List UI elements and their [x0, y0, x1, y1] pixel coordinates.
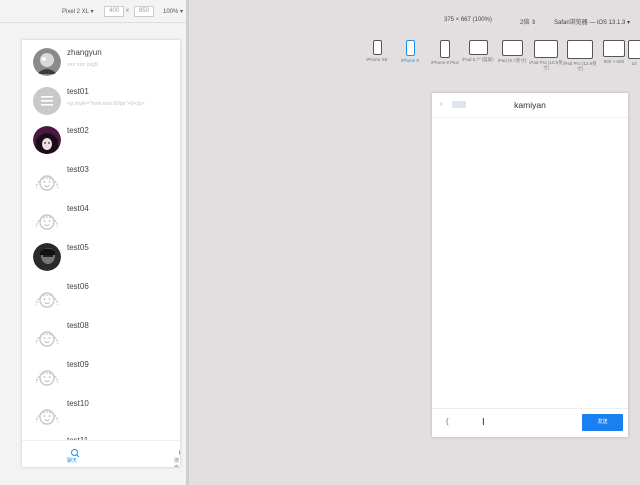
- device-label: iPad Pro (12.9英寸): [563, 61, 597, 71]
- list-item[interactable]: test02: [22, 120, 180, 159]
- list-item[interactable]: zhangyun xxx xxx xxg5: [22, 42, 180, 81]
- chat-title: kamiyan: [514, 100, 546, 110]
- list-item[interactable]: test05: [22, 237, 180, 276]
- tablet-icon: [567, 40, 593, 59]
- contact-name: test09: [67, 360, 89, 369]
- device-iphone-8[interactable]: iPhone 8: [392, 40, 428, 63]
- tablet-icon: [501, 40, 523, 56]
- default-avatar-icon: [33, 321, 61, 349]
- contact-name: zhangyun: [67, 48, 102, 57]
- contact-name: test05: [67, 243, 89, 252]
- device-label: iPhone 8: [401, 58, 419, 63]
- list-item[interactable]: test06: [22, 276, 180, 315]
- default-avatar-icon: [33, 165, 61, 193]
- zoom-selector[interactable]: 100% ▾: [163, 8, 183, 15]
- mobile-viewport: zhangyun xxx xxx xxg5 test01 <p style="f…: [22, 40, 180, 467]
- avatar: [33, 126, 61, 154]
- avatar: [33, 48, 61, 76]
- scale-selector[interactable]: 2倍 ⇕: [520, 17, 536, 26]
- device-ipad-pro-105[interactable]: iPad Pro (10.5英寸): [528, 40, 564, 70]
- contact-name: test03: [67, 165, 89, 174]
- tablet-icon: [468, 40, 488, 55]
- phone-icon: [372, 40, 382, 55]
- device-label: iPhone SE: [366, 57, 388, 62]
- device-label: iPad 9.7" (竖屏): [462, 57, 494, 62]
- width-input[interactable]: 400: [104, 6, 124, 17]
- dimension-separator: x: [126, 8, 129, 14]
- device-icon: [628, 40, 640, 59]
- simulated-iphone-screen: ‹ kamiyan ( I 发送: [432, 93, 628, 437]
- tablet-icon: [534, 40, 558, 58]
- default-avatar-icon: [33, 204, 61, 232]
- contact-name: test01: [67, 87, 89, 96]
- menu-avatar-icon: [33, 87, 61, 115]
- height-input[interactable]: 850: [134, 6, 154, 17]
- device-label: iPad (9.7英寸): [497, 58, 527, 63]
- contact-name: test10: [67, 399, 89, 408]
- pane-divider[interactable]: [186, 0, 189, 485]
- device-label: iPad Pro (10.5英寸): [529, 60, 563, 70]
- list-item[interactable]: test10: [22, 393, 180, 432]
- browser-selector[interactable]: Safari浏览器 — iOS 13.1.3 ▾: [554, 17, 630, 26]
- device-iphone-se[interactable]: iPhone SE: [359, 40, 395, 62]
- device-selector[interactable]: Pixel 2 XL ▾: [62, 8, 93, 15]
- chat-nav-bar: ‹ kamiyan: [432, 93, 628, 118]
- list-item[interactable]: test04: [22, 198, 180, 237]
- phone-icon: [440, 40, 450, 58]
- device-custom-size[interactable]: 800 × 600: [596, 40, 632, 64]
- device-iphone-8-plus[interactable]: iPhone 8 Plus: [427, 40, 463, 65]
- message-input-bar: ( I 发送: [432, 408, 628, 437]
- left-browser-pane: Pixel 2 XL ▾ 400 x 850 100% ▾ zhangyun x…: [0, 0, 189, 485]
- device-more[interactable]: 10: [628, 40, 640, 66]
- avatar: [33, 243, 61, 271]
- device-toolbar: Pixel 2 XL ▾ 400 x 850 100% ▾: [0, 0, 188, 23]
- resolution-label: 375 × 667 (100%): [444, 17, 492, 23]
- bottom-tab-bar: 聊天 搜索: [22, 440, 180, 467]
- default-avatar-icon: [33, 360, 61, 388]
- default-avatar-icon: [33, 282, 61, 310]
- device-label: 10: [631, 61, 637, 66]
- default-avatar-icon: [33, 399, 61, 427]
- device-ipad-pro-129[interactable]: iPad Pro (12.9英寸): [562, 40, 598, 71]
- device-label: iPhone 8 Plus: [431, 60, 459, 65]
- contact-name: test06: [67, 282, 89, 291]
- contact-name: test04: [67, 204, 89, 213]
- device-ipad[interactable]: iPad 9.7" (竖屏): [460, 40, 496, 62]
- list-item[interactable]: test08: [22, 315, 180, 354]
- contact-name: test08: [67, 321, 89, 330]
- device-label: 800 × 600: [603, 59, 625, 64]
- contact-name: test02: [67, 126, 89, 135]
- chat-tab-label[interactable]: 聊天: [67, 457, 77, 464]
- phone-icon: [405, 40, 415, 56]
- message-preview: xxx xxx xxg5: [67, 62, 99, 68]
- message-input[interactable]: I: [482, 417, 485, 428]
- voice-icon[interactable]: (: [446, 417, 449, 426]
- list-item[interactable]: test09: [22, 354, 180, 393]
- send-button[interactable]: 发送: [582, 414, 623, 431]
- device-ipad-97[interactable]: iPad (9.7英寸): [494, 40, 530, 63]
- search-tab-label[interactable]: 搜索: [174, 457, 180, 467]
- list-item[interactable]: test01 <p style="font-size:60px">0</p>: [22, 81, 180, 120]
- resize-icon: [603, 40, 625, 57]
- list-item[interactable]: test03: [22, 159, 180, 198]
- message-preview: <p style="font-size:60px">0</p>: [67, 101, 145, 107]
